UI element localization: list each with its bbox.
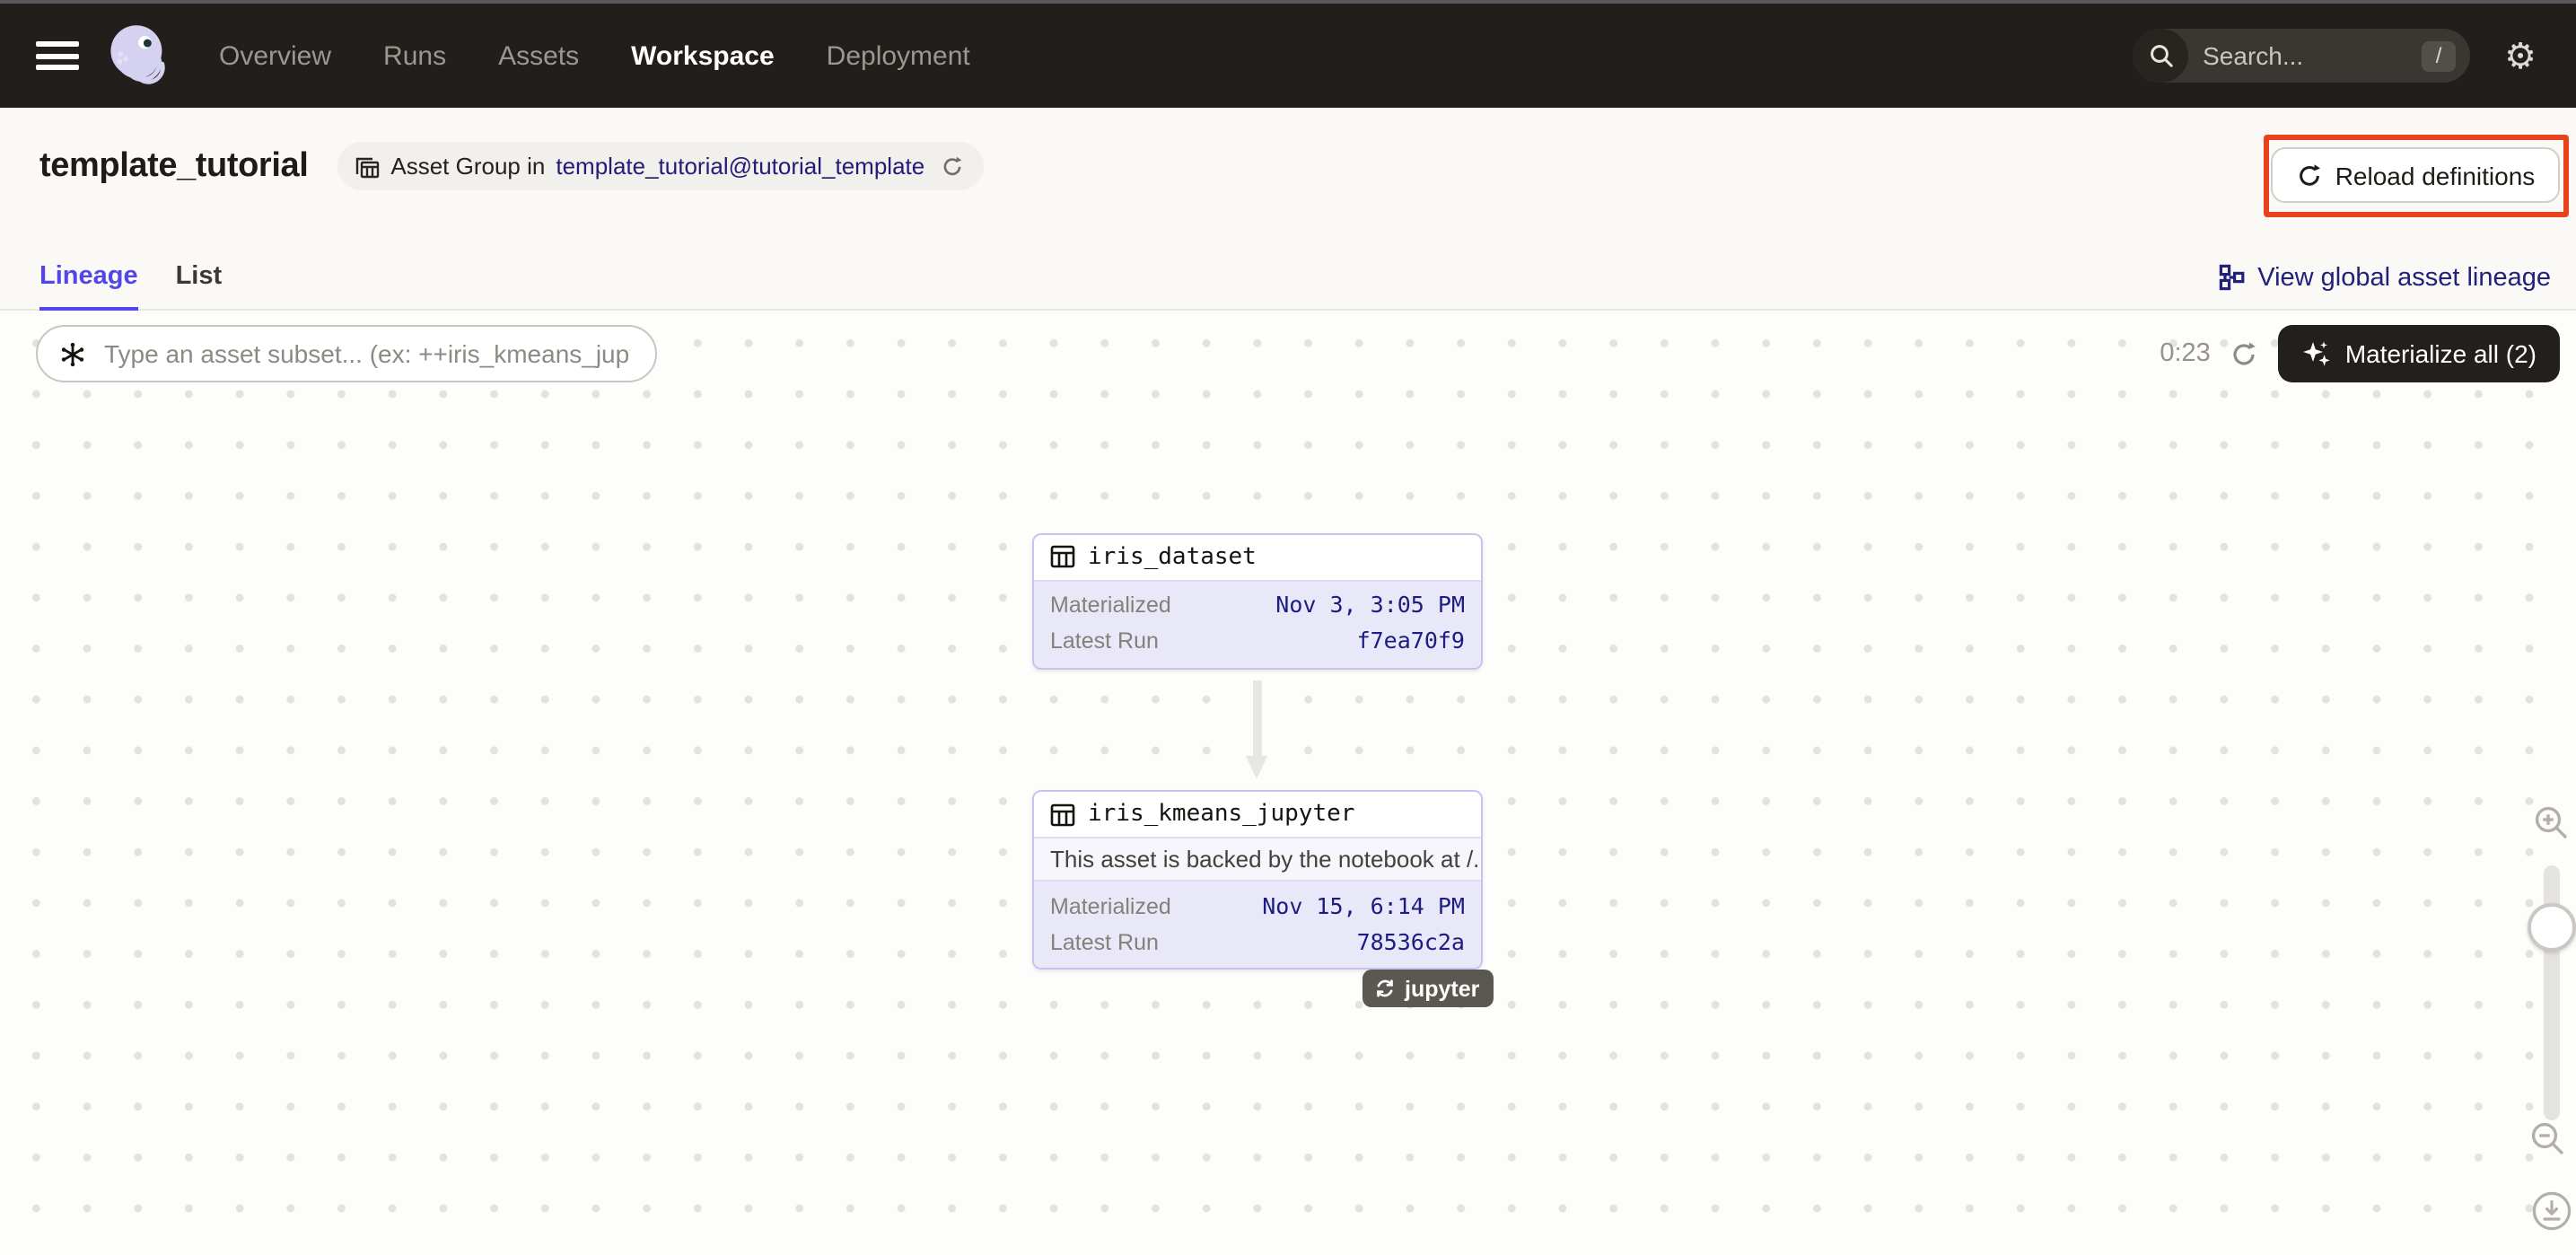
lineage-graph-icon — [2218, 264, 2245, 291]
zoom-out-icon[interactable] — [2528, 1119, 2567, 1167]
stat-value[interactable]: Nov 15, 6:14 PM — [1262, 891, 1465, 918]
annotation-highlight: Reload definitions — [2263, 134, 2568, 216]
view-global-asset-lineage-link[interactable]: View global asset lineage — [2218, 263, 2551, 292]
zoom-slider-handle[interactable] — [2527, 903, 2575, 952]
tab-lineage[interactable]: Lineage — [39, 261, 138, 310]
asset-group-table-icon — [353, 153, 380, 180]
nav-assets[interactable]: Assets — [498, 40, 579, 71]
tab-bar: Lineage List — [39, 261, 222, 310]
table-grid-icon — [1050, 544, 1075, 569]
latest-run-row: Latest Run 78536c2a — [1034, 923, 1481, 959]
asset-node-iris-kmeans-jupyter[interactable]: iris_kmeans_jupyter This asset is backed… — [1032, 790, 1483, 970]
reload-icon — [2296, 162, 2323, 189]
page-header: template_tutorial Asset Group in templat… — [0, 108, 2576, 310]
asset-node-iris-dataset[interactable]: iris_dataset Materialized Nov 3, 3:05 PM… — [1032, 532, 1483, 669]
materialized-row: Materialized Nov 3, 3:05 PM — [1034, 586, 1481, 622]
dagster-app: Overview Runs Assets Workspace Deploymen… — [0, 0, 2576, 1255]
asset-group-pill[interactable]: Asset Group in template_tutorial@tutoria… — [337, 142, 984, 190]
graph-toolbar-right: 0:23 Materialize all (2) — [2160, 325, 2560, 382]
primary-nav: Overview Runs Assets Workspace Deploymen… — [219, 40, 970, 71]
run-id-link[interactable]: f7ea70f9 — [1357, 627, 1465, 654]
materialize-all-button[interactable]: Materialize all (2) — [2279, 325, 2560, 382]
download-image-icon[interactable] — [2531, 1190, 2572, 1241]
search-shortcut-badge: / — [2422, 40, 2456, 71]
stat-label: Latest Run — [1050, 628, 1159, 654]
view-global-label: View global asset lineage — [2257, 263, 2551, 292]
asset-filter-box[interactable] — [36, 325, 657, 382]
reload-location-icon[interactable] — [941, 154, 964, 178]
search-icon — [2133, 29, 2188, 83]
run-id-link[interactable]: 78536c2a — [1357, 927, 1465, 954]
reload-definitions-button[interactable]: Reload definitions — [2271, 147, 2561, 203]
sparkle-icon — [2302, 338, 2333, 369]
op-selector-icon — [59, 340, 86, 367]
reload-definitions-label: Reload definitions — [2335, 161, 2536, 189]
nav-overview[interactable]: Overview — [219, 40, 331, 71]
asset-name: iris_dataset — [1088, 543, 1257, 570]
code-location-link[interactable]: template_tutorial@tutorial_template — [556, 153, 924, 180]
asset-group-label: Asset Group in — [390, 153, 545, 180]
nav-deployment[interactable]: Deployment — [827, 40, 970, 71]
stat-value[interactable]: Nov 3, 3:05 PM — [1275, 591, 1465, 618]
stat-label: Materialized — [1050, 893, 1171, 918]
table-grid-icon — [1050, 802, 1075, 827]
asset-name: iris_kmeans_jupyter — [1088, 801, 1354, 828]
sync-arrows-icon — [1372, 977, 1396, 1000]
settings-gear-icon[interactable]: ⚙ — [2504, 38, 2537, 74]
menu-icon[interactable] — [36, 41, 79, 70]
lineage-edge-arrow — [1247, 680, 1270, 779]
materialized-row: Materialized Nov 15, 6:14 PM — [1034, 887, 1481, 923]
asset-description: This asset is backed by the notebook at … — [1034, 837, 1481, 880]
search-input[interactable] — [2188, 41, 2422, 70]
search-box[interactable]: / — [2133, 29, 2470, 83]
asset-subset-input[interactable] — [101, 338, 634, 370]
tag-label: jupyter — [1405, 976, 1479, 1001]
nav-runs[interactable]: Runs — [383, 40, 446, 71]
compute-kind-tag-jupyter[interactable]: jupyter — [1362, 970, 1494, 1007]
page-title: template_tutorial — [39, 146, 308, 186]
materialize-all-label: Materialize all (2) — [2345, 339, 2537, 368]
stat-label: Materialized — [1050, 592, 1171, 618]
asset-graph-canvas[interactable]: 0:23 Materialize all (2) — [0, 310, 2576, 1255]
tab-list[interactable]: List — [176, 261, 223, 310]
refresh-icon[interactable] — [2230, 339, 2259, 368]
stat-label: Latest Run — [1050, 929, 1159, 954]
top-navbar: Overview Runs Assets Workspace Deploymen… — [0, 0, 2576, 108]
nav-workspace[interactable]: Workspace — [631, 40, 775, 71]
zoom-slider[interactable] — [2543, 864, 2559, 1119]
latest-run-row: Latest Run f7ea70f9 — [1034, 622, 1481, 658]
dagster-logo — [104, 22, 172, 90]
refresh-countdown: 0:23 — [2160, 339, 2210, 368]
zoom-in-icon[interactable] — [2530, 803, 2570, 851]
